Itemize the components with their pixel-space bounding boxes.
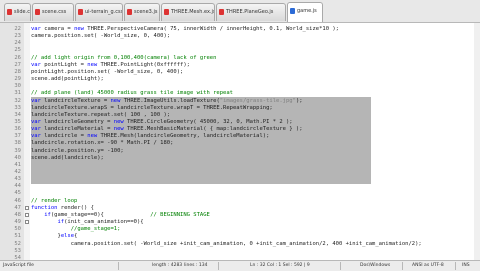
fold-toggle-icon[interactable]: [25, 220, 29, 225]
tab-label: THREE.PlaneGeo.js: [226, 9, 274, 15]
file-icon: [219, 9, 224, 15]
tab-1[interactable]: scene.css: [32, 3, 74, 21]
status-length: length : 4283: [152, 263, 183, 268]
tab-3[interactable]: scene3.js: [124, 3, 160, 21]
tab-4[interactable]: THREE.Mesh.ex.js: [161, 3, 215, 21]
code-editor[interactable]: 22 var camera = new THREE.PerspectiveCame…: [0, 23, 480, 261]
tab-2[interactable]: ui-terrain_g.css: [75, 3, 123, 21]
tab-label: game.js: [297, 8, 317, 14]
tab-5[interactable]: THREE.PlaneGeo.js: [216, 3, 286, 21]
tab-bar: slide.css scene.css ui-terrain_g.css scene3…: [0, 0, 480, 23]
tab-label: scene3.js: [134, 9, 158, 15]
tab-label: ui-terrain_g.css: [85, 9, 123, 15]
fold-toggle-icon[interactable]: [25, 205, 29, 210]
file-icon: [35, 9, 40, 15]
status-eol: Dos\Windows: [360, 263, 391, 268]
tab-0[interactable]: slide.css: [4, 3, 31, 21]
file-icon: [290, 8, 295, 14]
vertical-scrollbar[interactable]: [474, 23, 480, 260]
status-filetype: JavaScript file: [3, 263, 34, 268]
tab-label: THREE.Mesh.ex.js: [171, 9, 215, 15]
status-encoding: ANSI as UTF-8: [412, 263, 444, 268]
file-icon: [78, 9, 83, 15]
file-icon: [164, 9, 169, 15]
tab-label: scene.css: [42, 9, 67, 15]
fold-toggle-icon[interactable]: [25, 212, 29, 217]
status-cursor-position: Ln : 32 Col : 1 Sel : 592 | 9: [250, 263, 310, 268]
tab-label: slide.css: [14, 9, 30, 15]
status-bar: JavaScript file length : 4283 lines : 13…: [0, 260, 480, 271]
status-lines: lines : 134: [184, 263, 208, 268]
tab-6[interactable]: game.js: [287, 2, 323, 22]
status-insert-mode: INS: [462, 263, 470, 268]
file-icon: [127, 9, 132, 15]
file-icon: [7, 9, 12, 15]
